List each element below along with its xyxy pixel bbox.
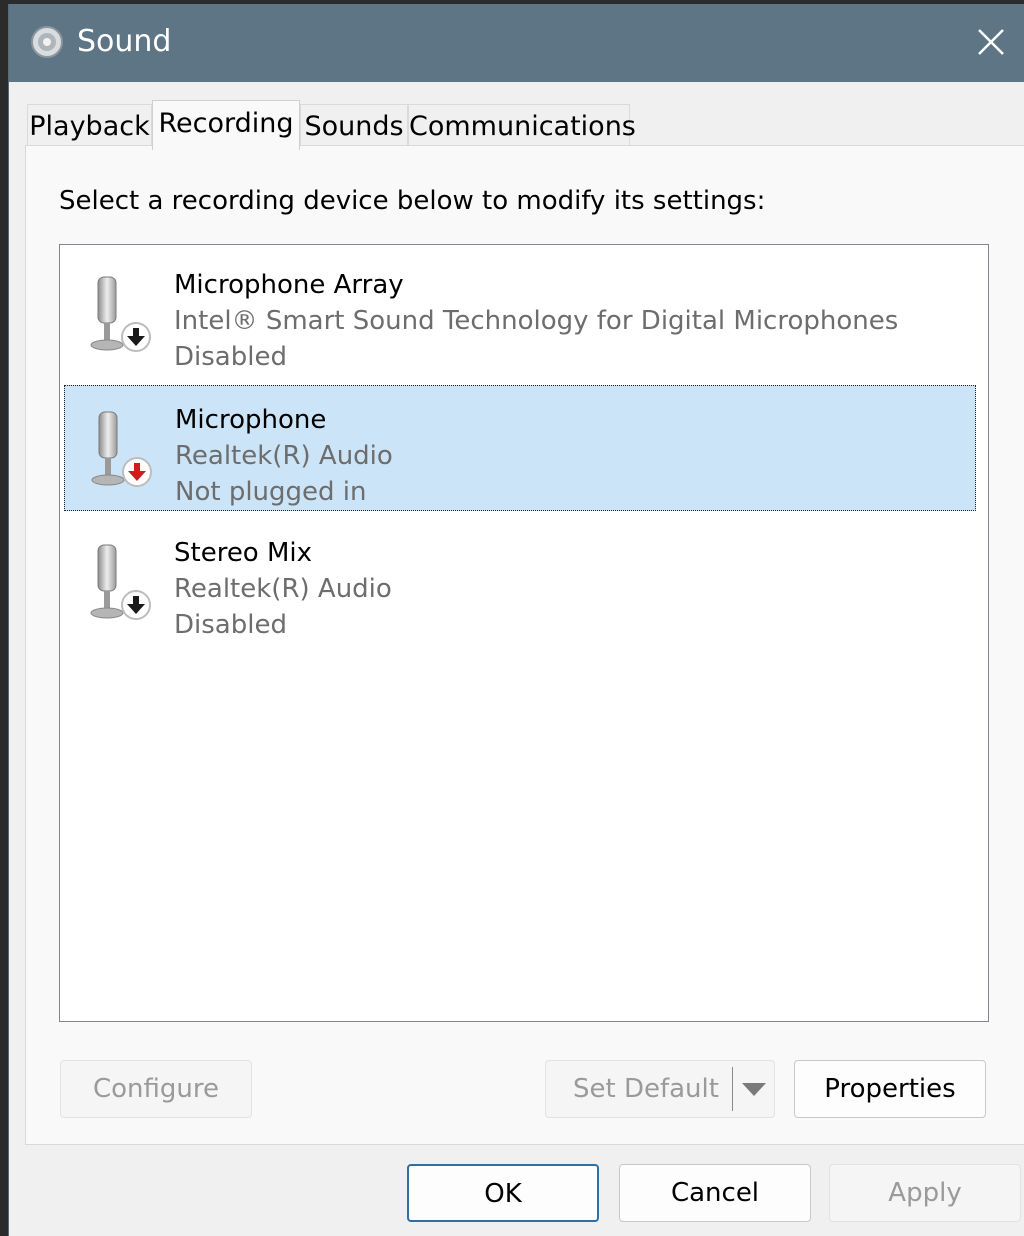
split-divider (732, 1067, 733, 1111)
configure-button[interactable]: Configure (60, 1060, 252, 1118)
device-description: Intel® Smart Sound Technology for Digita… (174, 306, 899, 336)
tab-recording[interactable]: Recording (152, 100, 300, 150)
properties-button[interactable]: Properties (794, 1060, 986, 1118)
set-default-split-button[interactable]: Set Default (545, 1060, 775, 1118)
tab-playback[interactable]: Playback (27, 104, 152, 148)
tab-communications[interactable]: Communications (408, 104, 636, 148)
device-status: Disabled (174, 610, 287, 640)
title-bar[interactable]: Sound (9, 4, 1024, 82)
set-default-label: Set Default (573, 1074, 719, 1104)
device-description: Realtek(R) Audio (175, 441, 393, 471)
device-row-microphone[interactable]: Microphone Realtek(R) Audio Not plugged … (64, 385, 976, 511)
speaker-icon (31, 26, 63, 58)
device-row-microphone-array[interactable]: Microphone Array Intel® Smart Sound Tech… (64, 251, 976, 377)
device-status: Not plugged in (175, 477, 367, 507)
device-name: Microphone (175, 405, 327, 435)
instruction-text: Select a recording device below to modif… (59, 186, 766, 216)
device-description: Realtek(R) Audio (174, 574, 392, 604)
window-title: Sound (77, 24, 172, 59)
device-row-stereo-mix[interactable]: Stereo Mix Realtek(R) Audio Disabled (64, 519, 976, 645)
device-name: Stereo Mix (174, 538, 313, 568)
close-icon[interactable] (969, 20, 1013, 64)
cancel-button[interactable]: Cancel (619, 1164, 811, 1222)
apply-button[interactable]: Apply (829, 1164, 1021, 1222)
microphone-icon (90, 276, 151, 352)
microphone-icon (90, 544, 151, 620)
microphone-icon (91, 411, 152, 487)
device-list[interactable]: Microphone Array Intel® Smart Sound Tech… (59, 244, 989, 1022)
device-name: Microphone Array (174, 270, 404, 300)
chevron-down-icon[interactable] (742, 1083, 766, 1096)
sound-dialog: Sound Playback Recording Sounds Communic… (8, 4, 1024, 1236)
ok-button[interactable]: OK (407, 1164, 599, 1222)
tab-sounds[interactable]: Sounds (300, 104, 408, 148)
recording-panel: Select a recording device below to modif… (25, 145, 1024, 1145)
device-status: Disabled (174, 342, 287, 372)
